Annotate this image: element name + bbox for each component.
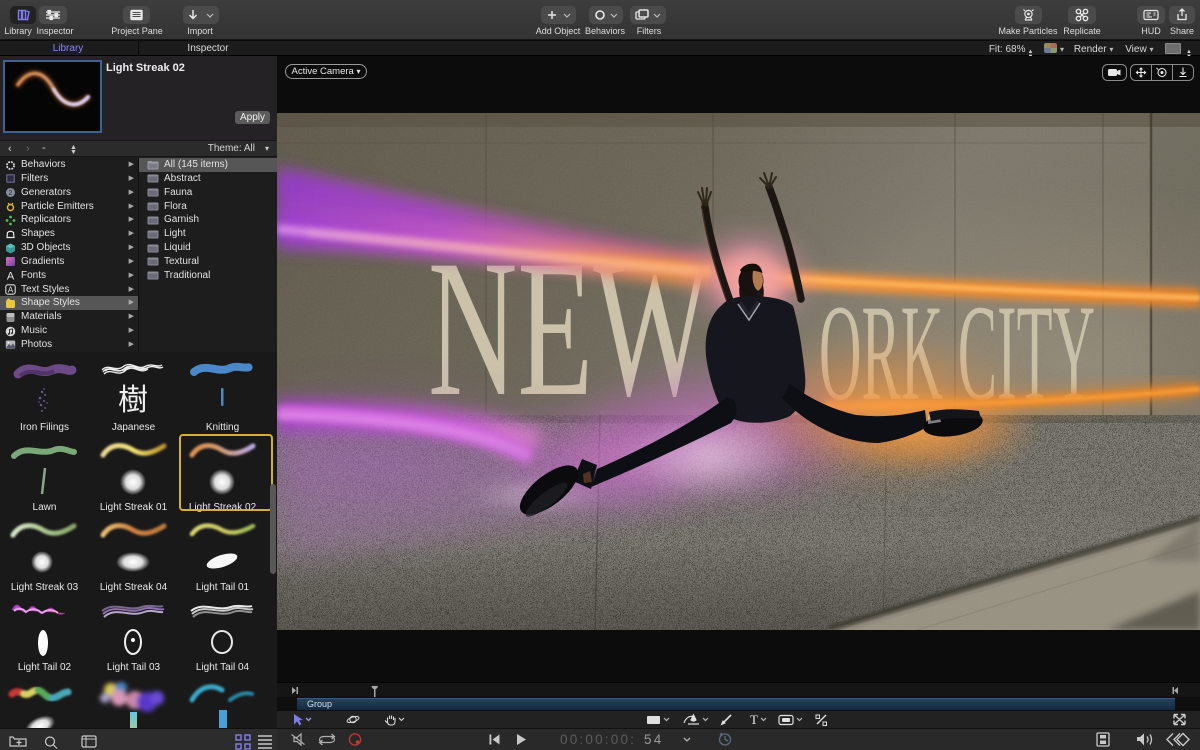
svg-text:T: T: [750, 712, 758, 727]
svg-text:00:00:00:: 00:00:00:: [560, 732, 636, 747]
svg-text:A: A: [7, 271, 15, 282]
svg-text:2: 2: [9, 190, 13, 197]
svg-text:A: A: [8, 286, 14, 295]
svg-text:54: 54: [644, 732, 663, 747]
svg-text:樹: 樹: [118, 384, 148, 417]
